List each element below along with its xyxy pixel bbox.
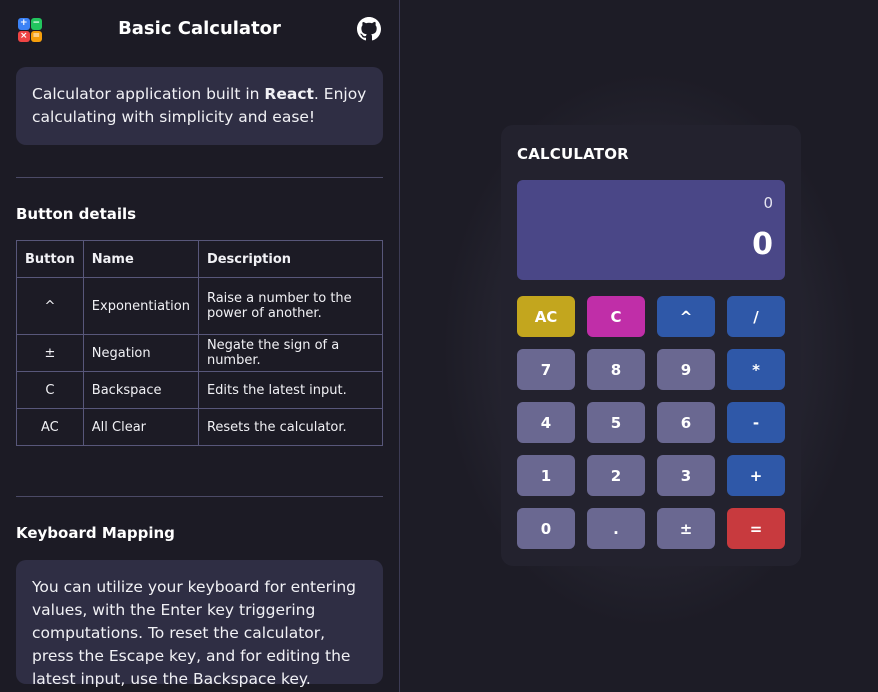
sidebar: + − × = Basic Calculator Calculator appl…	[0, 0, 400, 692]
table-cell-name: Backspace	[82, 371, 199, 409]
table-row: C Backspace Edits the latest input.	[16, 371, 384, 409]
previous-operand: 0	[763, 194, 773, 212]
calculator-display: 0 0	[517, 180, 785, 280]
keyboard-mapping-title: Keyboard Mapping	[16, 524, 175, 542]
table-cell-description: Edits the latest input.	[197, 371, 384, 409]
key-backspace-button[interactable]: C	[587, 296, 645, 337]
key-7-button[interactable]: 7	[517, 349, 575, 390]
table-cell-description: Negate the sign of a number.	[197, 334, 384, 372]
divider	[16, 177, 383, 178]
key-0-button[interactable]: 0	[517, 508, 575, 549]
table-cell-name: Exponentiation	[82, 277, 199, 335]
table-header-name: Name	[82, 240, 199, 278]
key-6-button[interactable]: 6	[657, 402, 715, 443]
key-2-button[interactable]: 2	[587, 455, 645, 496]
table-cell-name: All Clear	[82, 408, 199, 446]
table-cell-button: ±	[16, 334, 84, 372]
key-add-button[interactable]: +	[727, 455, 785, 496]
table-row: ^ Exponentiation Raise a number to the p…	[16, 277, 384, 335]
current-operand: 0	[752, 227, 773, 262]
key-multiply-button[interactable]: *	[727, 349, 785, 390]
key-5-button[interactable]: 5	[587, 402, 645, 443]
intro-text-before: Calculator application built in	[32, 85, 265, 103]
table-cell-description: Raise a number to the power of another.	[197, 277, 384, 335]
table-cell-button: ^	[16, 277, 84, 335]
button-details-table: Button Name Description ^ Exponentiation…	[16, 240, 384, 446]
key-subtract-button[interactable]: -	[727, 402, 785, 443]
key-4-button[interactable]: 4	[517, 402, 575, 443]
key-equals-button[interactable]: =	[727, 508, 785, 549]
calculator-keypad: AC C ^ / 7 8 9 * 4 5 6- 1 2 3 +0. ± =	[517, 296, 785, 549]
calculator-title: CALCULATOR	[517, 145, 629, 163]
intro-text-react: React	[264, 85, 314, 103]
table-cell-button: AC	[16, 408, 84, 446]
key-divide-button[interactable]: /	[727, 296, 785, 337]
table-header-row: Button Name Description	[16, 240, 384, 278]
table-header-description: Description	[197, 240, 384, 278]
table-cell-button: C	[16, 371, 84, 409]
divider	[16, 496, 383, 497]
key-all-clear-button[interactable]: AC	[517, 296, 575, 337]
github-icon[interactable]	[357, 17, 381, 41]
key-decimal-button[interactable]: .	[587, 508, 645, 549]
key-1-button[interactable]: 1	[517, 455, 575, 496]
key-exponent-button[interactable]: ^	[657, 296, 715, 337]
table-cell-name: Negation	[82, 334, 199, 372]
calculator: CALCULATOR 0 0 AC C ^ / 7 8 9 * 4 5 6- 1 2 3 +0. ± =	[501, 125, 801, 566]
button-details-title: Button details	[16, 205, 137, 223]
key-3-button[interactable]: 3	[657, 455, 715, 496]
table-cell-description: Resets the calculator.	[197, 408, 384, 446]
app-title: Basic Calculator	[118, 18, 281, 39]
key-8-button[interactable]: 8	[587, 349, 645, 390]
keyboard-mapping-card: You can utilize your keyboard for enteri…	[16, 560, 383, 688]
table-row: ± Negation Negate the sign of a number.	[16, 334, 384, 372]
key-9-button[interactable]: 9	[657, 349, 715, 390]
intro-card: Calculator application built in React. E…	[16, 67, 383, 145]
key-negate-button[interactable]: ±	[657, 508, 715, 549]
table-header-button: Button	[16, 240, 84, 278]
header: + − × = Basic Calculator	[16, 0, 383, 60]
table-row: AC All Clear Resets the calculator.	[16, 408, 384, 446]
